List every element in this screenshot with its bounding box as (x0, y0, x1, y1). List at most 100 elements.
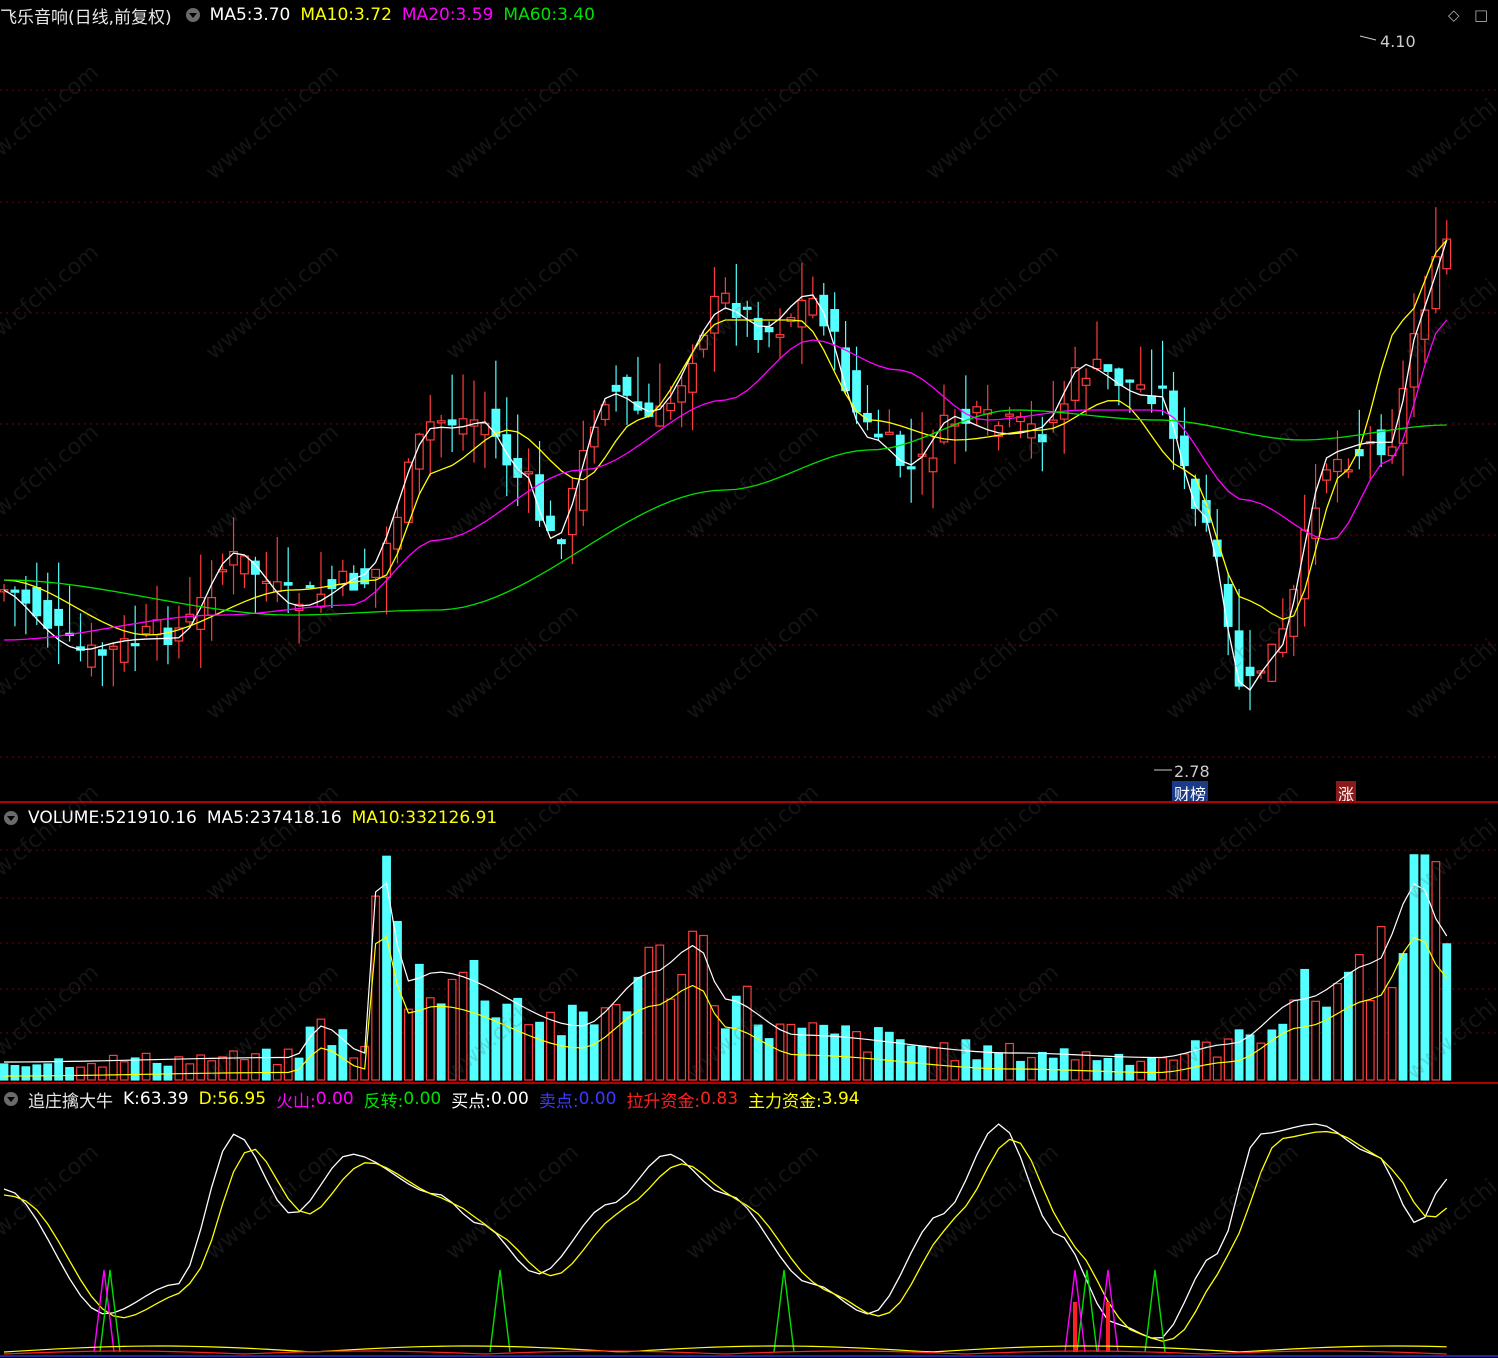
candle-body (972, 406, 982, 414)
rank-tag[interactable]: 财榜 (1172, 781, 1209, 802)
d-label: D: (198, 1089, 218, 1109)
limit-up-tag[interactable]: 涨 (1336, 781, 1357, 802)
candle-body (1223, 583, 1233, 627)
volume-bar (1103, 1058, 1113, 1081)
candle-body (130, 643, 140, 647)
candle-body (1234, 630, 1244, 687)
volume-label: VOLUME: (28, 808, 105, 828)
fanzhuan-value: 0.00 (403, 1089, 442, 1109)
candle-body (327, 579, 337, 590)
huoshan-label: 火山: (276, 1091, 316, 1112)
candle-body (1114, 368, 1124, 386)
candlestick-chart[interactable]: 4.10 2.78 (0, 0, 1498, 802)
ma5-label: MA5: (209, 5, 253, 25)
volume-bar (688, 930, 697, 1081)
candle-body (830, 309, 840, 332)
indicator-name: 追庄擒大牛 (28, 1091, 113, 1112)
candle-body (108, 645, 118, 650)
settings-toggle-icon[interactable] (185, 8, 200, 22)
candle-body (141, 625, 151, 635)
volume-bar (1365, 1000, 1375, 1081)
candle-body (1147, 395, 1157, 405)
candle-body (393, 516, 402, 550)
volume-toggle-icon[interactable] (4, 811, 18, 825)
volume-bar (622, 1011, 632, 1081)
candle-body (240, 555, 249, 575)
candle-body (1311, 507, 1321, 539)
volume-bar (961, 1039, 971, 1081)
maidian-value: 0.00 (490, 1089, 529, 1109)
candle-body (677, 385, 687, 403)
candle-body (436, 420, 446, 424)
candle-body (54, 608, 64, 626)
box-icon[interactable]: □ (1474, 6, 1488, 24)
volume-bar (1442, 943, 1452, 1081)
volume-bar (567, 1004, 577, 1081)
volume-bar (163, 1065, 173, 1081)
volume-bar (185, 1063, 195, 1081)
price-panel[interactable]: 4.10 2.78 飞乐音响(日线,前复权) MA5: 3.70 MA10: 3.… (0, 0, 1498, 802)
vol-ma10-value: 332126.91 (405, 808, 498, 828)
candle-body (808, 297, 818, 316)
candle-body (1092, 358, 1102, 370)
volume-bar (950, 1060, 960, 1081)
volume-bar (141, 1052, 151, 1081)
candle-body (600, 404, 610, 421)
volume-bar (972, 1059, 982, 1081)
volume-bar (513, 997, 523, 1081)
ma20-value: 3.59 (455, 5, 494, 25)
indicator-panel[interactable]: 追庄擒大牛 K: 63.39 D: 56.95 火山: 0.00 反转: 0.0… (0, 1084, 1498, 1358)
candle-body (666, 402, 676, 412)
volume-panel[interactable]: VOLUME: 521910.16 MA5: 237418.16 MA10: 3… (0, 803, 1498, 1083)
indicator-chart[interactable] (0, 1084, 1498, 1358)
candle-body (152, 619, 162, 636)
candle-body (1037, 434, 1047, 443)
candle-body (611, 384, 621, 392)
maichu-value: 0.00 (578, 1089, 617, 1109)
indicator-toggle-icon[interactable] (4, 1092, 18, 1106)
candle-body (447, 419, 457, 426)
volume-bar (666, 998, 676, 1081)
volume-bar (229, 1050, 238, 1081)
volume-bar (414, 963, 424, 1081)
volume-bar (1354, 953, 1364, 1081)
volume-chart[interactable] (0, 803, 1498, 1083)
volume-bar (589, 1024, 599, 1081)
candle-body (852, 370, 861, 413)
volume-bar (469, 959, 479, 1081)
volume-bar (130, 1057, 140, 1081)
volume-bar (218, 1056, 228, 1081)
volume-bar (797, 1027, 807, 1081)
ma10-label: MA10: (300, 5, 355, 25)
diamond-icon[interactable]: ◇ (1448, 6, 1460, 24)
volume-bar (644, 946, 654, 1081)
volume-bar (108, 1054, 118, 1081)
candle-body (928, 457, 938, 473)
volume-bar (261, 1048, 271, 1081)
candle-body (1081, 377, 1091, 386)
candle-body (283, 582, 293, 586)
volume-bar (305, 1026, 315, 1081)
volume-bar (10, 1064, 20, 1081)
candle-body (43, 600, 53, 629)
volume-bar (404, 1008, 413, 1081)
volume-bar (283, 1048, 293, 1081)
maidian-label: 买点: (451, 1091, 491, 1112)
candle-body (305, 585, 315, 589)
volume-bar (699, 934, 708, 1081)
d-line (3, 1130, 1448, 1342)
candle-body (753, 317, 763, 341)
high-price-label: 4.10 (1380, 32, 1416, 51)
zhuli-value: 3.94 (821, 1089, 860, 1109)
vol-ma5-value: 237418.16 (249, 808, 342, 828)
volume-bar (1114, 1053, 1124, 1081)
volume-bar (0, 1063, 9, 1081)
volume-bar (600, 1007, 610, 1081)
candle-body (513, 457, 523, 478)
volume-bar (1212, 1056, 1222, 1081)
candle-body (688, 362, 697, 393)
candle-body (873, 433, 883, 438)
candle-body (906, 466, 916, 470)
volume-bar (1016, 1060, 1025, 1081)
candle-body (1169, 390, 1178, 439)
